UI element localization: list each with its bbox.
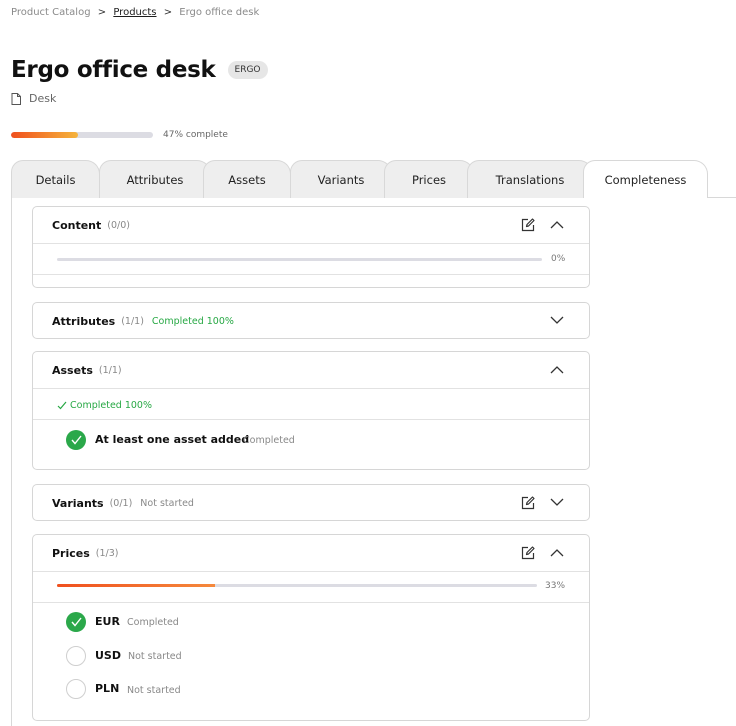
section-count: (0/1) bbox=[109, 497, 133, 509]
check-icon bbox=[70, 435, 82, 445]
price-currency-status: Not started bbox=[128, 651, 182, 662]
section-summary-status: Completed 100% bbox=[70, 400, 152, 411]
check-icon bbox=[70, 617, 82, 627]
section-prices-header[interactable]: Prices (1/3) bbox=[33, 535, 589, 571]
price-currency-status: Not started bbox=[127, 685, 181, 696]
product-type: Desk bbox=[11, 92, 56, 105]
section-attributes-header[interactable]: Attributes (1/1) Completed 100% bbox=[33, 303, 589, 339]
chevron-up-icon[interactable] bbox=[550, 220, 564, 229]
section-count: (1/1) bbox=[121, 315, 144, 327]
price-currency-label: USD bbox=[95, 649, 121, 662]
breadcrumb-products-link[interactable]: Products bbox=[113, 7, 156, 18]
tab-label: Variants bbox=[317, 172, 365, 187]
section-count: (1/1) bbox=[98, 364, 122, 376]
section-content-header[interactable]: Content (0/0) bbox=[33, 207, 589, 243]
section-divider bbox=[33, 274, 589, 275]
breadcrumb: Product Catalog > Products > Ergo office… bbox=[11, 7, 259, 18]
section-divider bbox=[33, 388, 589, 389]
section-prices-progress bbox=[57, 584, 537, 587]
tab-label: Details bbox=[35, 172, 76, 187]
section-title: Attributes bbox=[52, 314, 116, 328]
price-currency-label: PLN bbox=[95, 682, 120, 695]
section-count: (0/0) bbox=[107, 219, 130, 231]
completed-check-icon bbox=[66, 612, 86, 632]
product-type-label: Desk bbox=[29, 92, 57, 105]
breadcrumb-separator: > bbox=[163, 7, 173, 18]
tab-label: Completeness bbox=[604, 172, 687, 187]
section-divider bbox=[33, 602, 589, 603]
not-started-circle-icon bbox=[66, 646, 86, 666]
section-title: Assets bbox=[52, 363, 93, 377]
requirement-status: Completed bbox=[243, 435, 295, 446]
completeness-progress-bar bbox=[11, 132, 153, 138]
section-assets-header[interactable]: Assets (1/1) bbox=[33, 352, 589, 388]
section-content-progress bbox=[57, 258, 542, 261]
completeness-progress-label: 47% complete bbox=[163, 130, 228, 140]
chevron-down-icon[interactable] bbox=[550, 316, 564, 325]
section-assets-summary: Completed 100% bbox=[57, 400, 152, 411]
section-title: Content bbox=[52, 218, 102, 232]
section-content-percent: 0% bbox=[551, 254, 566, 264]
price-currency-status: Completed bbox=[127, 617, 179, 628]
breadcrumb-current: Ergo office desk bbox=[179, 7, 260, 18]
section-status: Completed 100% bbox=[151, 315, 234, 327]
section-prices-progress-fill bbox=[57, 584, 216, 587]
tab-label: Prices bbox=[411, 172, 447, 187]
page-title: Ergo office desk bbox=[11, 57, 216, 83]
tab-bar: Details Attributes Assets Variants Price… bbox=[11, 160, 736, 198]
tab-panel-border bbox=[11, 197, 12, 726]
edit-icon[interactable] bbox=[521, 546, 535, 560]
tab-details[interactable]: Details bbox=[11, 160, 100, 198]
section-assets: Assets (1/1) Completed 100% At least one… bbox=[32, 351, 590, 470]
breadcrumb-product-catalog[interactable]: Product Catalog bbox=[11, 7, 91, 18]
price-currency-label: EUR bbox=[95, 615, 120, 628]
tab-assets[interactable]: Assets bbox=[203, 160, 291, 198]
section-attributes: Attributes (1/1) Completed 100% bbox=[32, 302, 590, 339]
edit-icon[interactable] bbox=[521, 496, 535, 510]
completed-check-icon bbox=[66, 430, 86, 450]
document-icon bbox=[11, 92, 21, 105]
tab-completeness[interactable]: Completeness bbox=[583, 160, 708, 198]
section-title: Variants bbox=[52, 496, 104, 510]
product-code-badge: ERGO bbox=[227, 61, 268, 79]
section-count: (1/3) bbox=[95, 547, 119, 559]
tab-label: Assets bbox=[228, 172, 266, 187]
section-divider bbox=[33, 243, 589, 244]
tab-translations[interactable]: Translations bbox=[467, 160, 593, 198]
edit-icon[interactable] bbox=[521, 218, 535, 232]
section-content: Content (0/0) 0% bbox=[32, 206, 590, 288]
not-started-circle-icon bbox=[66, 679, 86, 699]
tab-label: Translations bbox=[495, 172, 565, 187]
section-prices-percent: 33% bbox=[545, 581, 566, 591]
chevron-up-icon[interactable] bbox=[550, 365, 564, 374]
section-variants: Variants (0/1) Not started bbox=[32, 484, 590, 521]
tab-variants[interactable]: Variants bbox=[290, 160, 392, 198]
section-divider bbox=[33, 571, 589, 572]
tab-prices[interactable]: Prices bbox=[384, 160, 474, 198]
chevron-down-icon[interactable] bbox=[550, 498, 564, 507]
completeness-progress: 47% complete bbox=[11, 130, 228, 140]
tab-attributes[interactable]: Attributes bbox=[99, 160, 211, 198]
section-divider bbox=[33, 419, 589, 420]
section-title: Prices bbox=[52, 546, 90, 560]
section-status: Not started bbox=[140, 497, 194, 509]
section-prices: Prices (1/3) 33% EUR Completed USD Not s… bbox=[32, 534, 590, 721]
requirement-label: At least one asset added bbox=[95, 433, 250, 446]
completeness-progress-fill bbox=[11, 132, 78, 138]
check-icon bbox=[57, 401, 67, 410]
tab-label: Attributes bbox=[126, 172, 184, 187]
section-variants-header[interactable]: Variants (0/1) Not started bbox=[33, 485, 589, 521]
title-row: Ergo office desk ERGO bbox=[11, 57, 268, 83]
chevron-up-icon[interactable] bbox=[550, 548, 564, 557]
breadcrumb-separator: > bbox=[97, 7, 107, 18]
